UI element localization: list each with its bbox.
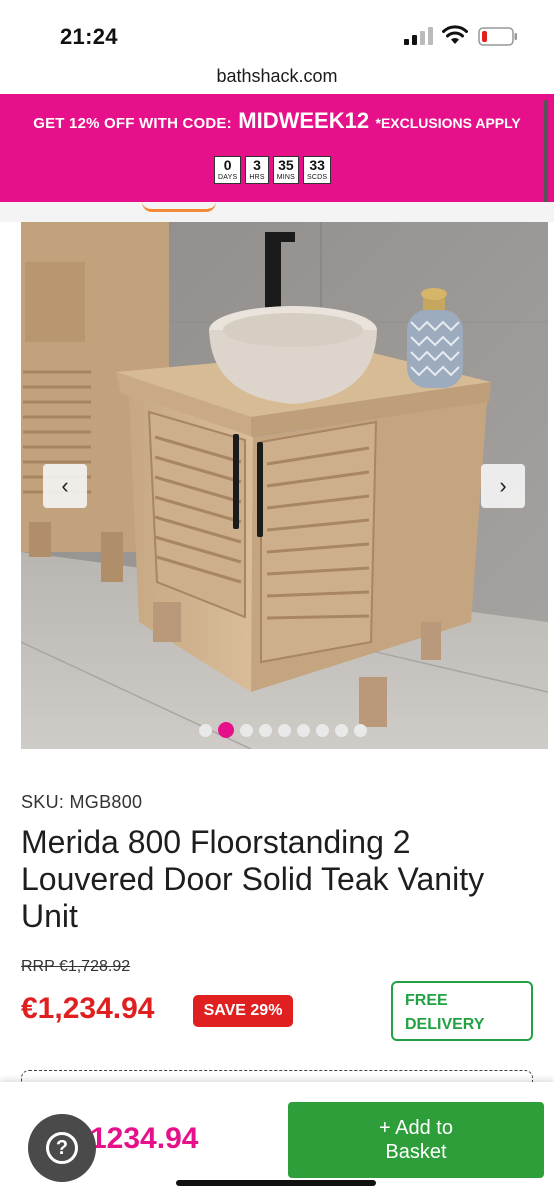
current-price: €1,234.94 <box>21 992 155 1025</box>
product-gallery[interactable]: ‹ › <box>21 222 548 749</box>
home-indicator[interactable] <box>176 1180 376 1186</box>
sticky-price: 1234.94 <box>90 1122 199 1155</box>
pagination-dot[interactable] <box>240 723 253 737</box>
gallery-pagination[interactable] <box>199 722 367 738</box>
url-text: bathshack.com <box>216 66 338 86</box>
promo-banner[interactable]: GET 12% OFF WITH CODE: MIDWEEK12 *EXCLUS… <box>0 94 554 202</box>
promo-message: GET 12% OFF WITH CODE: MIDWEEK12 *EXCLUS… <box>0 108 554 134</box>
countdown-timer: 0 DAYS 3 HRS 35 MINS 33 SCDS <box>214 156 332 184</box>
rrp-price: RRP €1,728.92 <box>21 958 131 975</box>
pagination-dot-active[interactable] <box>218 722 234 738</box>
pagination-dot[interactable] <box>199 723 212 737</box>
pagination-dot[interactable] <box>335 723 348 737</box>
gallery-next-button[interactable]: › <box>481 464 525 508</box>
countdown-days: 0 DAYS <box>214 156 242 184</box>
pagination-dot[interactable] <box>259 723 272 737</box>
wifi-icon <box>442 25 468 44</box>
product-image <box>21 222 548 749</box>
promo-code: MIDWEEK12 <box>238 108 370 133</box>
clock: 21:24 <box>60 24 118 49</box>
address-bar[interactable]: bathshack.com <box>0 62 554 94</box>
add-to-basket-button[interactable]: + Add to Basket <box>288 1102 544 1178</box>
product-sku: SKU: MGB800 <box>21 792 143 812</box>
countdown-hours: 3 HRS <box>245 156 269 184</box>
pagination-dot[interactable] <box>354 723 367 737</box>
countdown-seconds: 33 SCDS <box>303 156 332 184</box>
cellular-signal-icon <box>404 27 433 45</box>
pagination-dot[interactable] <box>297 723 310 737</box>
free-delivery-badge: FREE DELIVERY <box>391 981 533 1041</box>
product-title: Merida 800 Floorstanding 2 Louvered Door… <box>21 824 485 934</box>
promo-text: GET 12% OFF WITH CODE: <box>33 115 232 132</box>
header-strip <box>0 202 554 222</box>
question-mark-icon: ? <box>46 1132 78 1164</box>
status-bar: 21:24 <box>0 0 554 62</box>
help-button[interactable]: ? <box>28 1114 96 1182</box>
save-badge: SAVE 29% <box>193 995 293 1027</box>
countdown-minutes: 35 MINS <box>272 156 300 184</box>
logo-fragment <box>142 202 216 212</box>
battery-icon <box>478 27 517 46</box>
chevron-right-icon: › <box>499 473 507 498</box>
pagination-dot[interactable] <box>316 723 329 737</box>
chevron-left-icon: ‹ <box>61 473 69 498</box>
add-to-basket-label-line1: + Add to <box>379 1117 453 1139</box>
promo-exclusions: *EXCLUSIONS APPLY <box>375 115 521 131</box>
add-to-basket-label-line2: Basket <box>385 1141 447 1163</box>
gallery-prev-button[interactable]: ‹ <box>43 464 87 508</box>
pagination-dot[interactable] <box>278 723 291 737</box>
